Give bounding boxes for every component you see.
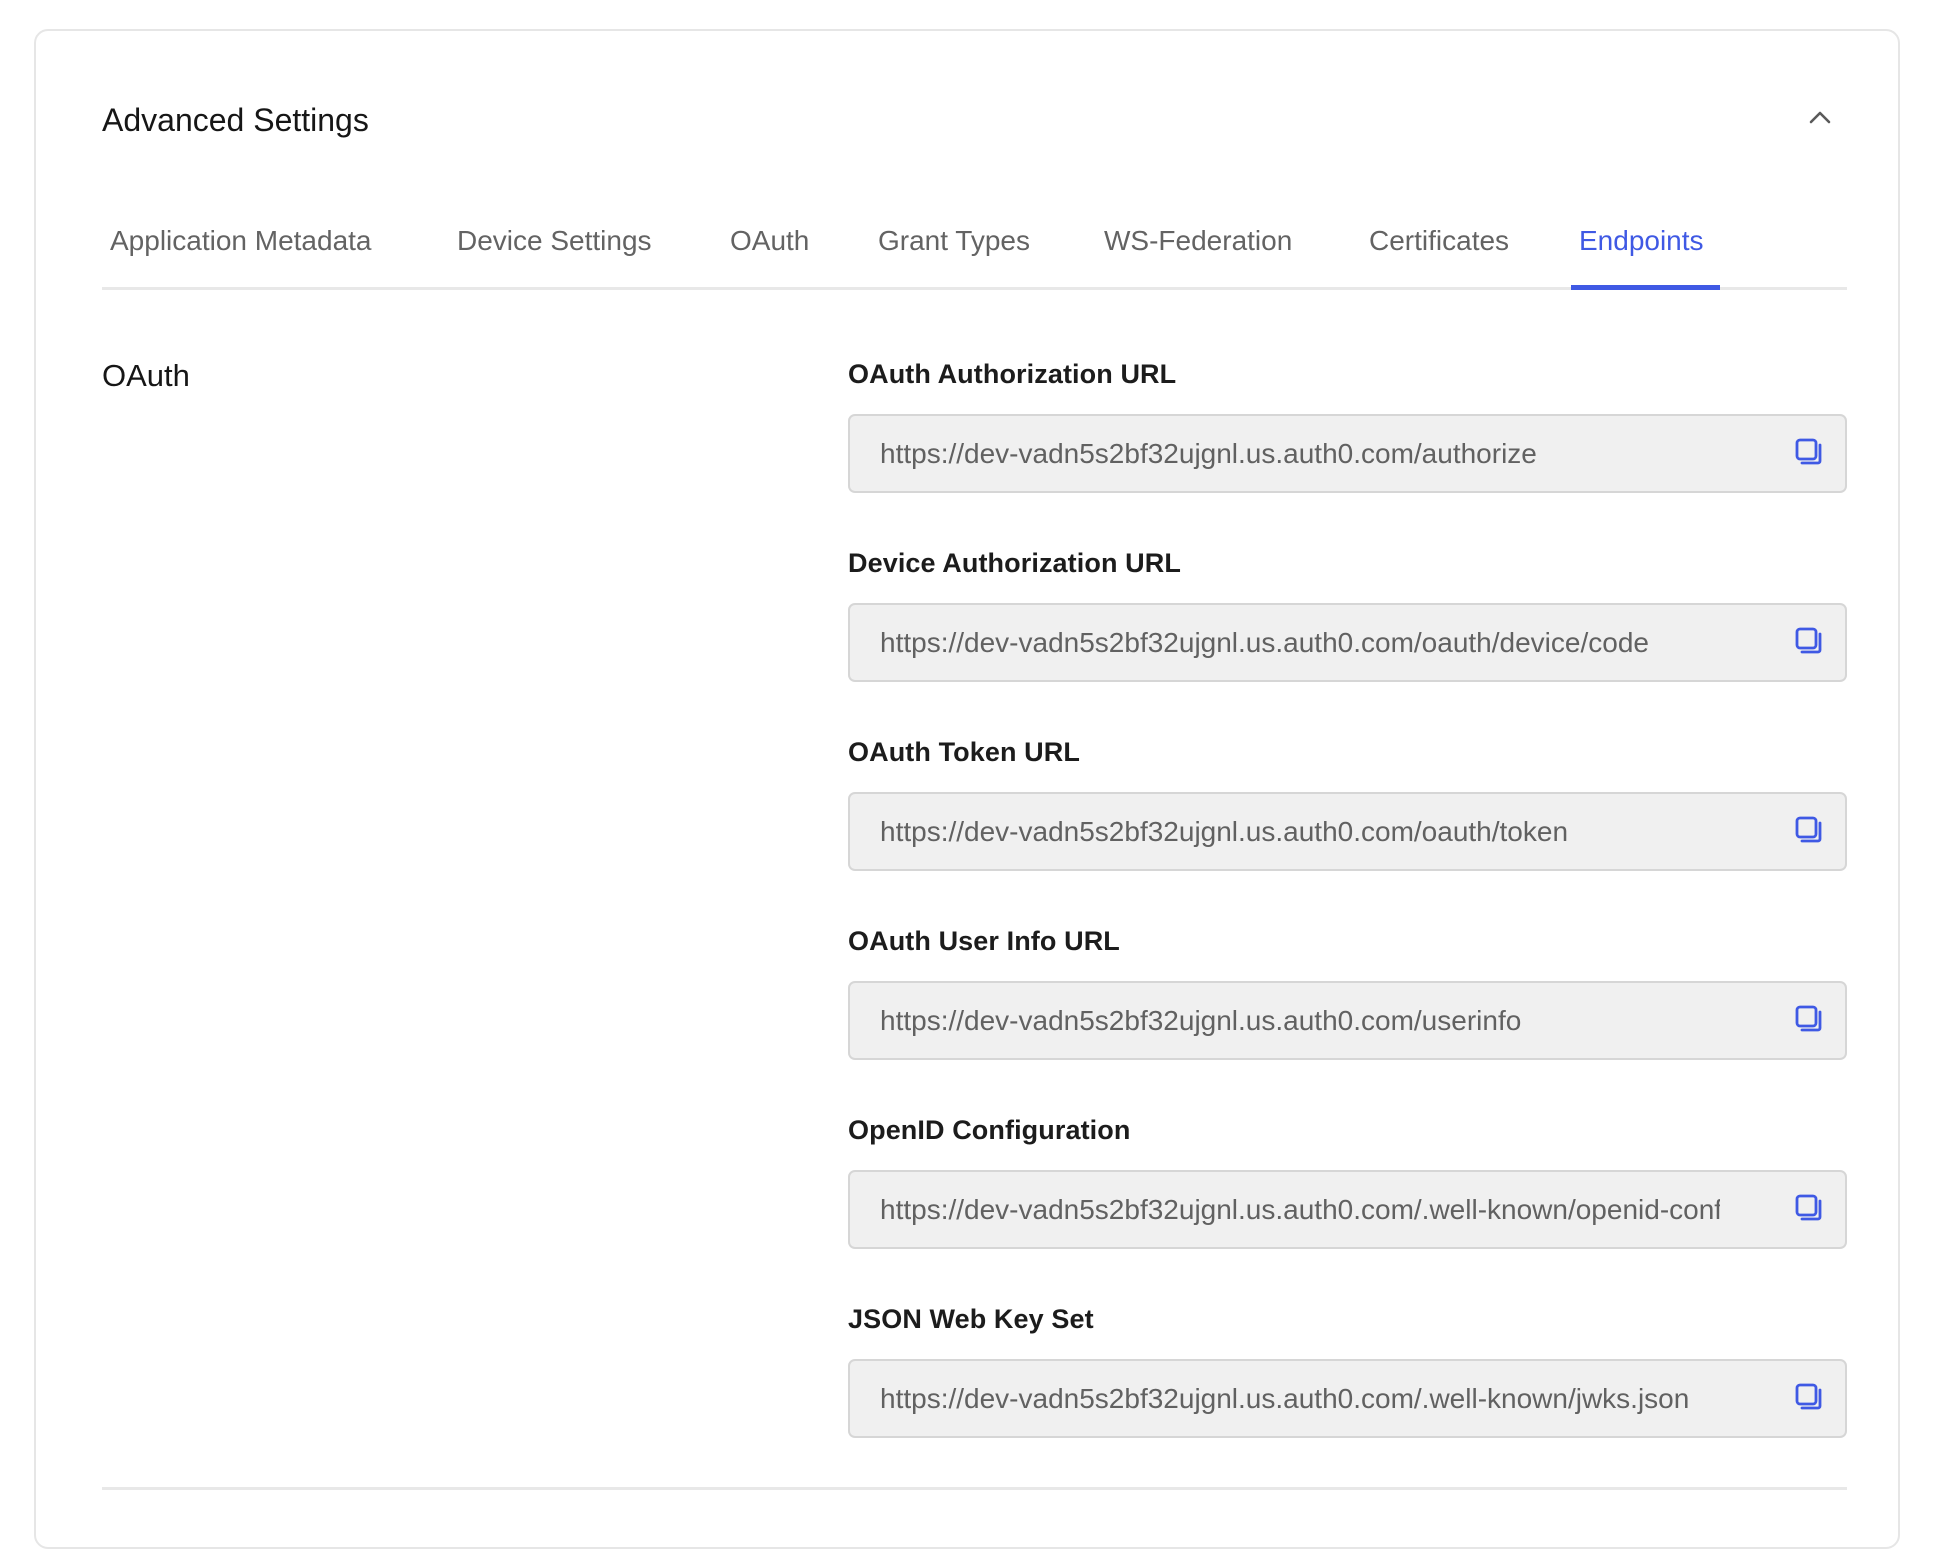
field-oauth-user-info-url: OAuth User Info URL (848, 918, 1847, 1107)
field-json-web-key-set: JSON Web Key Set (848, 1296, 1847, 1485)
field-box (848, 414, 1847, 493)
field-label: OAuth User Info URL (848, 926, 1120, 956)
field-label: JSON Web Key Set (848, 1304, 1094, 1334)
field-oauth-token-url: OAuth Token URL (848, 729, 1847, 918)
tab-grant-types[interactable]: Grant Types (870, 219, 1038, 287)
tab-oauth[interactable]: OAuth (722, 219, 817, 287)
settings-tabs: Application Metadata Device Settings OAu… (102, 219, 1847, 290)
card-title: Advanced Settings (102, 102, 369, 138)
copy-icon (1794, 1193, 1824, 1228)
chevron-up-icon (1809, 110, 1831, 129)
field-device-authorization-url: Device Authorization URL (848, 540, 1847, 729)
field-label: Device Authorization URL (848, 548, 1181, 578)
endpoint-fields: OAuth Authorization URL Device Authoriza… (848, 351, 1847, 1485)
field-box (848, 981, 1847, 1060)
json-web-key-set-input[interactable] (880, 1361, 1720, 1436)
oauth-authorization-url-input[interactable] (880, 416, 1720, 491)
field-label: OpenID Configuration (848, 1115, 1131, 1145)
field-box (848, 792, 1847, 871)
field-box (848, 603, 1847, 682)
tab-endpoints[interactable]: Endpoints (1571, 219, 1720, 290)
copy-icon (1794, 1382, 1824, 1417)
tab-certificates[interactable]: Certificates (1361, 219, 1517, 287)
copy-button[interactable] (1789, 1001, 1829, 1041)
openid-configuration-input[interactable] (880, 1172, 1720, 1247)
oauth-token-url-input[interactable] (880, 794, 1720, 869)
device-authorization-url-input[interactable] (880, 605, 1720, 680)
tab-device-settings[interactable]: Device Settings (449, 219, 660, 287)
tab-ws-federation[interactable]: WS-Federation (1096, 219, 1300, 287)
oauth-user-info-url-input[interactable] (880, 983, 1720, 1058)
copy-button[interactable] (1789, 623, 1829, 663)
collapse-button[interactable] (1800, 99, 1840, 139)
field-box (848, 1170, 1847, 1249)
section-divider (102, 1487, 1847, 1490)
field-oauth-authorization-url: OAuth Authorization URL (848, 351, 1847, 540)
copy-button[interactable] (1789, 812, 1829, 852)
copy-icon (1794, 1004, 1824, 1039)
copy-icon (1794, 815, 1824, 850)
field-openid-configuration: OpenID Configuration (848, 1107, 1847, 1296)
field-box (848, 1359, 1847, 1438)
field-label: OAuth Authorization URL (848, 359, 1177, 389)
copy-button[interactable] (1789, 1379, 1829, 1419)
tab-application-metadata[interactable]: Application Metadata (102, 219, 380, 287)
field-label: OAuth Token URL (848, 737, 1080, 767)
copy-icon (1794, 626, 1824, 661)
advanced-settings-card: Advanced Settings Application Metadata D… (34, 29, 1900, 1549)
copy-icon (1794, 437, 1824, 472)
section-title-oauth: OAuth (102, 358, 190, 393)
copy-button[interactable] (1789, 434, 1829, 474)
copy-button[interactable] (1789, 1190, 1829, 1230)
